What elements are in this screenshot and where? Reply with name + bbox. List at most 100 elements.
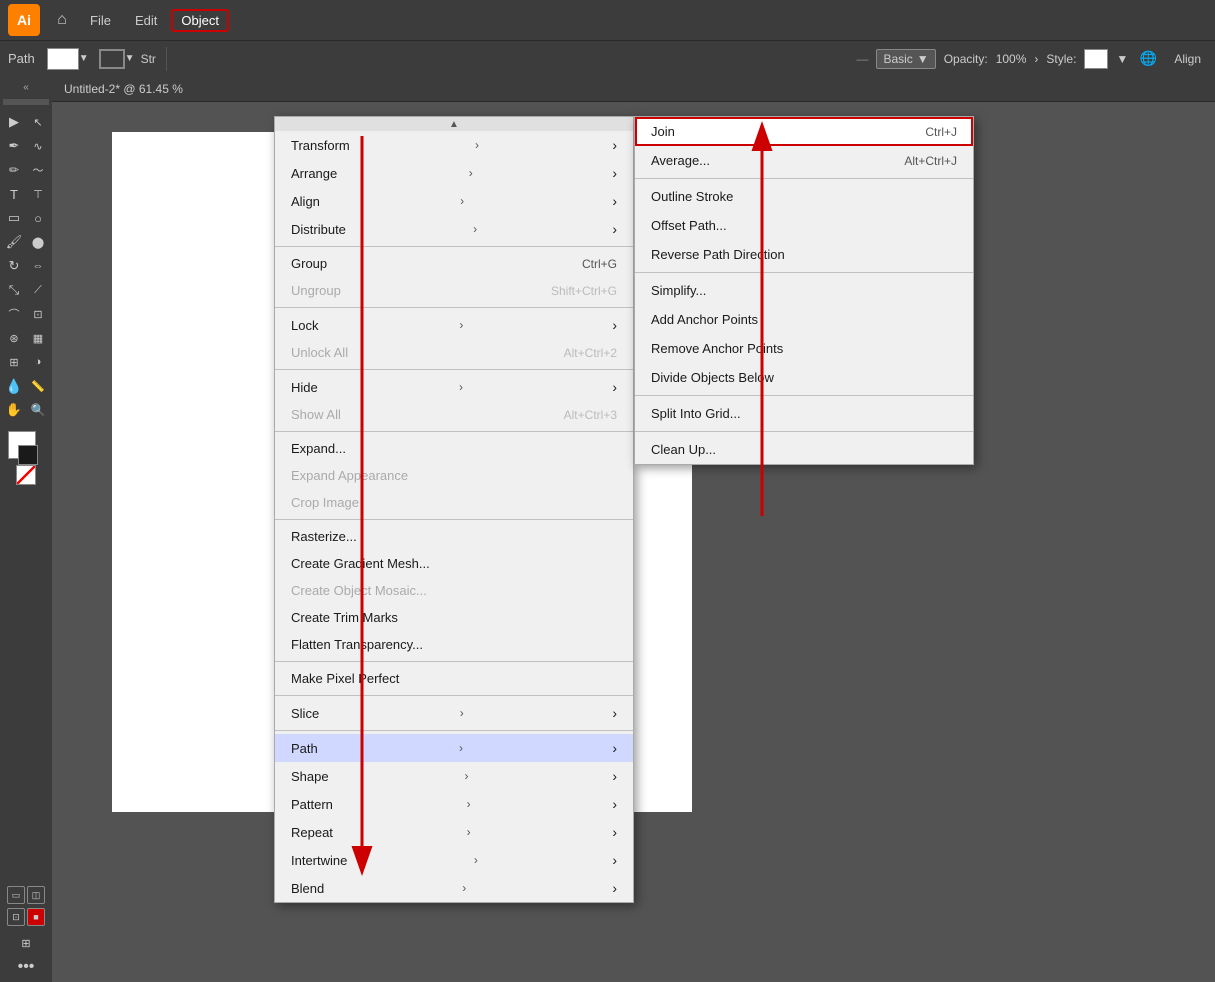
stroke-width-input[interactable]: Str bbox=[141, 52, 156, 66]
pencil-tool[interactable]: ✏ bbox=[3, 159, 25, 181]
menu-edit[interactable]: Edit bbox=[125, 9, 167, 32]
brush-tools-row: 🖌 ⬤ bbox=[3, 231, 49, 253]
menu-pattern[interactable]: Pattern› bbox=[275, 790, 633, 818]
warp-tool[interactable]: ⌒ bbox=[3, 303, 25, 325]
home-icon[interactable]: ⌂ bbox=[48, 6, 76, 34]
menu-create-trim-marks[interactable]: Create Trim Marks bbox=[275, 604, 633, 631]
menu-slice[interactable]: Slice› bbox=[275, 699, 633, 727]
menu-file[interactable]: File bbox=[80, 9, 121, 32]
path-menu-split-into-grid[interactable]: Split Into Grid... bbox=[635, 399, 973, 428]
stroke-swatch[interactable] bbox=[18, 445, 38, 465]
style-box[interactable] bbox=[1084, 49, 1108, 69]
menu-blend[interactable]: Blend› bbox=[275, 874, 633, 902]
mesh-tool[interactable]: ⊞ bbox=[3, 351, 25, 373]
collapse-arrow[interactable]: « bbox=[23, 82, 29, 93]
fill-color-box[interactable] bbox=[47, 48, 79, 70]
path-menu-join[interactable]: JoinCtrl+J bbox=[635, 117, 973, 146]
menu-show-all[interactable]: Show AllAlt+Ctrl+3 bbox=[275, 401, 633, 428]
type-tool[interactable]: T bbox=[3, 183, 25, 205]
measure-tool[interactable]: 📏 bbox=[27, 375, 49, 397]
opacity-arrow[interactable]: › bbox=[1034, 52, 1038, 66]
menu-hide[interactable]: Hide› bbox=[275, 373, 633, 401]
menu-expand[interactable]: Expand... bbox=[275, 435, 633, 462]
menu-object[interactable]: Object bbox=[171, 9, 229, 32]
curvature-tool[interactable]: ∿ bbox=[27, 135, 49, 157]
menu-repeat[interactable]: Repeat› bbox=[275, 818, 633, 846]
rotate-tool[interactable]: ↻ bbox=[3, 255, 25, 277]
globe-icon[interactable]: 🌐 bbox=[1136, 47, 1160, 71]
pen-tool[interactable]: ✒ bbox=[3, 135, 25, 157]
rectangle-tool[interactable]: ▭ bbox=[3, 207, 25, 229]
menu-shape[interactable]: Shape› bbox=[275, 762, 633, 790]
mesh-tools-row: ⊞ ◑ bbox=[3, 351, 49, 373]
direct-select-tool[interactable]: ↖ bbox=[27, 111, 49, 133]
divider-4 bbox=[275, 431, 633, 432]
free-transform-tool[interactable]: ⊡ bbox=[27, 303, 49, 325]
more-tools-button[interactable]: ••• bbox=[18, 958, 35, 976]
draw-mode-normal[interactable]: ▭ bbox=[7, 886, 25, 904]
menu-lock[interactable]: Lock› bbox=[275, 311, 633, 339]
draw-mode-back[interactable]: ◫ bbox=[27, 886, 45, 904]
screen-mode[interactable]: ⊡ bbox=[7, 908, 25, 926]
path-menu-outline-stroke[interactable]: Outline Stroke bbox=[635, 182, 973, 211]
second-toolbar: Path ▼ ▼ Str — Basic ▼ Opacity: 100% › S… bbox=[0, 40, 1215, 76]
opacity-value[interactable]: 100% bbox=[996, 52, 1027, 66]
menu-make-pixel-perfect[interactable]: Make Pixel Perfect bbox=[275, 665, 633, 692]
path-menu-add-anchor-points[interactable]: Add Anchor Points bbox=[635, 305, 973, 334]
menu-flatten-transparency[interactable]: Flatten Transparency... bbox=[275, 631, 633, 658]
ai-logo: Ai bbox=[8, 4, 40, 36]
document-tab[interactable]: Untitled-2* @ 61.45 % bbox=[52, 76, 1215, 102]
main-area: « ▶ ↖ ✒ ∿ ✏ 〜 T ⊤ ▭ ○ 🖌 ⬤ ↻ ⇔ bbox=[0, 76, 1215, 982]
style-label: Style: bbox=[1046, 52, 1076, 66]
divider-8 bbox=[275, 730, 633, 731]
artboard-tool[interactable]: ⊞ bbox=[15, 932, 37, 954]
path-menu-remove-anchor-points[interactable]: Remove Anchor Points bbox=[635, 334, 973, 363]
symbol-sprayer-tool[interactable]: ⊛ bbox=[3, 327, 25, 349]
path-menu-reverse-path-direction[interactable]: Reverse Path Direction bbox=[635, 240, 973, 269]
path-menu-simplify[interactable]: Simplify... bbox=[635, 276, 973, 305]
scale-tool[interactable]: ⤡ bbox=[3, 279, 25, 301]
none-swatch[interactable] bbox=[16, 465, 36, 485]
basic-dropdown[interactable]: Basic ▼ bbox=[876, 49, 935, 69]
menu-align[interactable]: Align› bbox=[275, 187, 633, 215]
gradient-tool[interactable]: ◑ bbox=[27, 351, 49, 373]
zoom-tool[interactable]: 🔍 bbox=[27, 399, 49, 421]
divider-6 bbox=[275, 661, 633, 662]
menu-create-object-mosaic[interactable]: Create Object Mosaic... bbox=[275, 577, 633, 604]
menu-create-gradient-mesh[interactable]: Create Gradient Mesh... bbox=[275, 550, 633, 577]
path-menu-divide-objects-below[interactable]: Divide Objects Below bbox=[635, 363, 973, 392]
menu-scroll-up[interactable]: ▲ bbox=[275, 117, 633, 131]
view-mode[interactable]: ■ bbox=[27, 908, 45, 926]
menu-expand-appearance[interactable]: Expand Appearance bbox=[275, 462, 633, 489]
path-menu-average[interactable]: Average...Alt+Ctrl+J bbox=[635, 146, 973, 175]
style-arrow[interactable]: ▼ bbox=[1116, 52, 1128, 66]
path-menu-offset-path[interactable]: Offset Path... bbox=[635, 211, 973, 240]
align-button[interactable]: Align bbox=[1168, 50, 1207, 68]
eyedropper-tool[interactable]: 💧 bbox=[3, 375, 25, 397]
menu-arrange[interactable]: Arrange› bbox=[275, 159, 633, 187]
menu-intertwine[interactable]: Intertwine› bbox=[275, 846, 633, 874]
menu-group[interactable]: GroupCtrl+G bbox=[275, 250, 633, 277]
menu-crop-image[interactable]: Crop Image bbox=[275, 489, 633, 516]
reflect-tool[interactable]: ⇔ bbox=[27, 255, 49, 277]
menu-path[interactable]: Path› bbox=[275, 734, 633, 762]
menu-rasterize[interactable]: Rasterize... bbox=[275, 523, 633, 550]
blob-brush-tool[interactable]: ⬤ bbox=[27, 231, 49, 253]
stroke-color-box[interactable] bbox=[99, 49, 125, 69]
path-menu-clean-up[interactable]: Clean Up... bbox=[635, 435, 973, 464]
hand-tool[interactable]: ✋ bbox=[3, 399, 25, 421]
menu-ungroup[interactable]: UngroupShift+Ctrl+G bbox=[275, 277, 633, 304]
menu-unlock-all[interactable]: Unlock AllAlt+Ctrl+2 bbox=[275, 339, 633, 366]
ellipse-tool[interactable]: ○ bbox=[27, 207, 49, 229]
fill-dropdown-arrow[interactable]: ▼ bbox=[79, 53, 89, 64]
path-divider-1 bbox=[635, 178, 973, 179]
shear-tool[interactable]: ⟋ bbox=[27, 279, 49, 301]
smooth-tool[interactable]: 〜 bbox=[27, 159, 49, 181]
menu-transform[interactable]: Transform› bbox=[275, 131, 633, 159]
paintbrush-tool[interactable]: 🖌 bbox=[3, 231, 25, 253]
menu-distribute[interactable]: Distribute› bbox=[275, 215, 633, 243]
selection-tool[interactable]: ▶ bbox=[3, 111, 25, 133]
column-graph-tool[interactable]: ▦ bbox=[27, 327, 49, 349]
stroke-dropdown-arrow[interactable]: ▼ bbox=[125, 53, 135, 64]
vertical-type-tool[interactable]: ⊤ bbox=[27, 183, 49, 205]
